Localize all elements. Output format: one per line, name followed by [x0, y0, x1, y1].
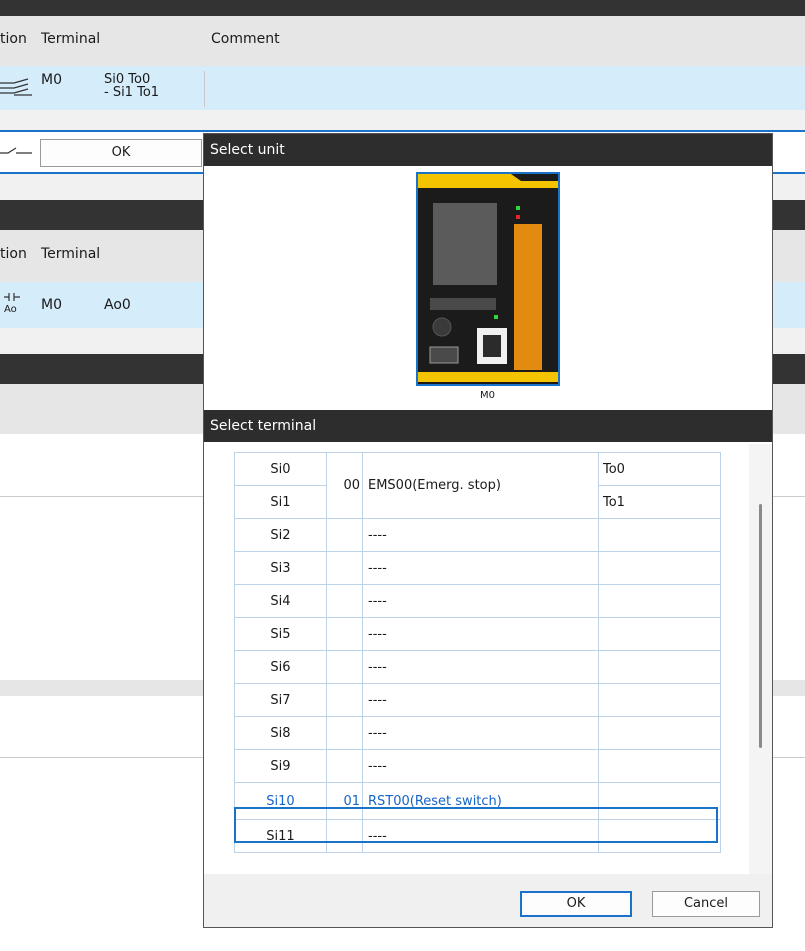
number-cell [326, 617, 363, 651]
row-terminal: Ao0 [104, 297, 131, 313]
output-cell: To0 [598, 452, 721, 486]
edit-ok-button[interactable]: OK [40, 139, 202, 167]
terminal-cell[interactable]: Si7 [234, 683, 327, 717]
terminal-cell[interactable]: Si8 [234, 716, 327, 750]
device-cell: ---- [362, 683, 599, 717]
number-cell [326, 683, 363, 717]
icon-caption: Ao [4, 304, 17, 315]
row-gap [0, 110, 805, 130]
device-cell: RST00(Reset switch) [362, 782, 599, 820]
device-cell: ---- [362, 617, 599, 651]
column-header-action: tion [0, 31, 27, 47]
scrollbar-track[interactable] [749, 444, 772, 874]
output-cell [598, 819, 721, 853]
terminal-cell[interactable]: Si5 [234, 617, 327, 651]
output-cell [598, 584, 721, 618]
dialog-ok-button[interactable]: OK [520, 891, 632, 917]
row-module: M0 [41, 297, 62, 313]
table-row[interactable]: Si3 ---- [234, 551, 721, 585]
terminal-cell[interactable]: Si3 [234, 551, 327, 585]
device-cell: ---- [362, 584, 599, 618]
table-row[interactable]: Si6 ---- [234, 650, 721, 684]
terminal-table: Si0 00 EMS00(Emerg. stop) To0 Si1 To1 Si… [234, 452, 721, 853]
row-terminal-line2: - Si1 To1 [104, 85, 160, 100]
table-row[interactable]: Si7 ---- [234, 683, 721, 717]
terminal-cell[interactable]: Si2 [234, 518, 327, 552]
table-row[interactable]: Si2 ---- [234, 518, 721, 552]
number-cell [326, 716, 363, 750]
number-cell [326, 584, 363, 618]
column-header-terminal[interactable]: Terminal [41, 31, 100, 47]
output-cell [598, 551, 721, 585]
terminal-cell[interactable]: Si10 [234, 782, 327, 820]
table-row[interactable]: Si4 ---- [234, 584, 721, 618]
select-unit-title: Select unit [204, 134, 772, 166]
dual-channel-contact-icon [0, 78, 34, 102]
terminal-cell[interactable]: Si0 [234, 452, 327, 486]
device-cell: EMS00(Emerg. stop) [362, 452, 599, 519]
number-cell [326, 819, 363, 853]
select-unit-dialog: Select unit M0 Select terminal Si0 00 EM… [203, 133, 773, 928]
number-cell [326, 650, 363, 684]
device-cell: ---- [362, 551, 599, 585]
number-cell [326, 749, 363, 783]
output-cell: To1 [598, 485, 721, 519]
row-module: M0 [41, 72, 62, 88]
output-cell [598, 716, 721, 750]
device-cell: ---- [362, 749, 599, 783]
device-cell: ---- [362, 716, 599, 750]
number-cell [326, 518, 363, 552]
unit-label: M0 [480, 390, 495, 401]
device-cell: ---- [362, 518, 599, 552]
number-cell: 00 [326, 452, 363, 519]
device-cell: ---- [362, 650, 599, 684]
terminal-cell[interactable]: Si4 [234, 584, 327, 618]
column-header-terminal[interactable]: Terminal [41, 246, 100, 262]
contact-icon [0, 144, 34, 166]
section1-title-bar [0, 0, 805, 16]
section1-header: tion Terminal Comment [0, 16, 805, 66]
output-cell [598, 617, 721, 651]
terminal-cell[interactable]: Si1 [234, 485, 327, 519]
output-cell [598, 782, 721, 820]
column-header-comment[interactable]: Comment [211, 31, 280, 47]
select-terminal-title: Select terminal [204, 410, 772, 442]
device-cell: ---- [362, 819, 599, 853]
column-header-action: tion [0, 246, 27, 262]
dialog-cancel-button[interactable]: Cancel [652, 891, 760, 917]
terminal-cell[interactable]: Si6 [234, 650, 327, 684]
scrollbar-thumb[interactable] [759, 504, 762, 748]
section1-selected-row[interactable]: M0 Si0 To0 - Si1 To1 [0, 66, 805, 110]
output-cell [598, 683, 721, 717]
unit-m0-image[interactable] [416, 172, 560, 390]
output-cell [598, 518, 721, 552]
selected-table-row[interactable]: Si10 01 RST00(Reset switch) [234, 782, 721, 820]
column-divider [204, 71, 205, 107]
table-row[interactable]: Si9 ---- [234, 749, 721, 783]
number-cell: 01 [326, 782, 363, 820]
table-row[interactable]: Si0 00 EMS00(Emerg. stop) To0 [234, 452, 721, 519]
table-row[interactable]: Si5 ---- [234, 617, 721, 651]
number-cell [326, 551, 363, 585]
terminal-cell[interactable]: Si11 [234, 819, 327, 853]
output-cell [598, 749, 721, 783]
output-cell [598, 650, 721, 684]
table-row[interactable]: Si11 ---- [234, 819, 721, 853]
table-row[interactable]: Si8 ---- [234, 716, 721, 750]
terminal-cell[interactable]: Si9 [234, 749, 327, 783]
